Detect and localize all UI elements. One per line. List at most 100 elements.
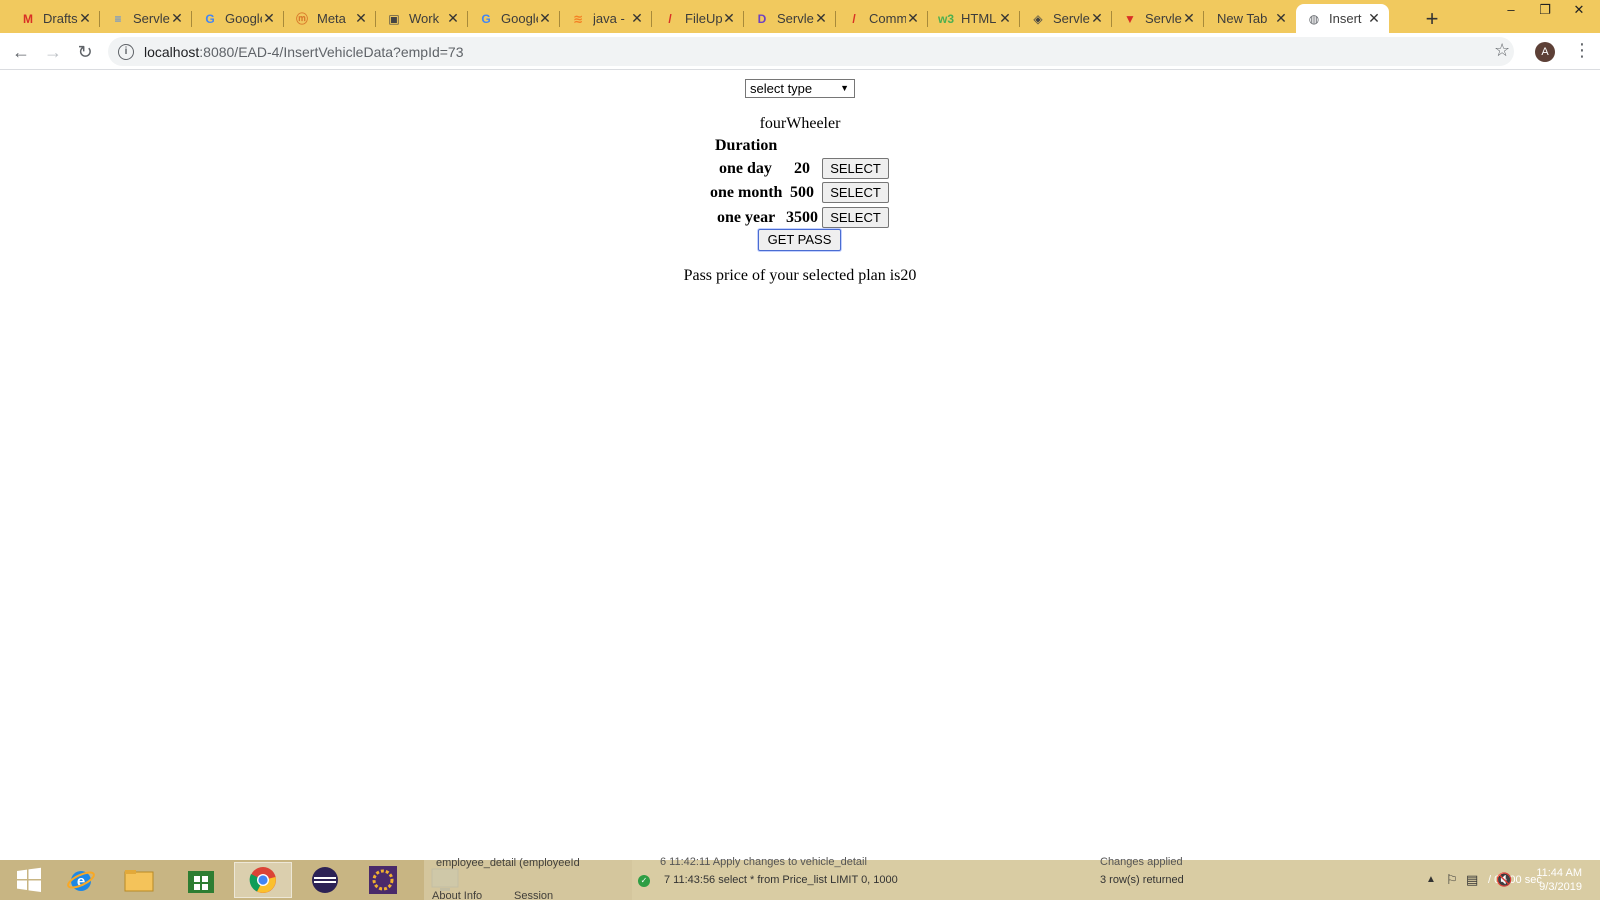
action-center-flag-icon[interactable]: ⚐ [1446,872,1458,888]
browser-tab[interactable]: D Servlet ✕ [744,4,836,33]
tab-close-icon[interactable]: ✕ [722,10,736,27]
stackoverflow-icon: ≋ [572,11,584,26]
tab-strip: MDrafts✕≡Servlet✕GGoogle✕ⓜMeta✕▣Work✕GGo… [0,0,1600,33]
profile-avatar[interactable]: A [1535,42,1555,62]
clock-date: 9/3/2019 [1539,881,1582,893]
preview-text-2: About Info [432,890,483,902]
tab-close-icon[interactable]: ✕ [1367,10,1381,27]
restore-icon[interactable]: ❐ [1528,0,1562,22]
gmail-icon: M [23,11,33,26]
eclipse-icon[interactable] [296,862,354,898]
tab-title: Servlet [133,11,170,26]
tab-close-icon[interactable]: ✕ [630,10,644,27]
tab-close-icon[interactable]: ✕ [78,10,92,27]
get-pass-button[interactable]: GET PASS [758,229,841,251]
windows-start-icon[interactable] [0,862,58,898]
java-ee-ide-icon[interactable] [354,862,412,898]
pencil-icon: / [852,11,856,26]
tab-close-icon[interactable]: ✕ [262,10,276,27]
reload-icon[interactable]: ↻ [72,39,98,65]
url-host: localhost [144,43,200,60]
new-tab-button[interactable]: + [1420,6,1444,32]
tab-close-icon[interactable]: ✕ [354,10,368,27]
system-clock[interactable]: 11:44 AM 9/3/2019 [1522,866,1582,894]
meta-icon: ⓜ [295,12,308,26]
pencil-icon: / [668,11,672,26]
tab-title: Servlet [1145,11,1182,26]
success-check-icon: ✓ [638,875,650,887]
select-button-day[interactable]: SELECT [822,158,889,179]
browser-tab[interactable]: ≡ Servlet ✕ [100,4,192,33]
book-icon: ▣ [388,11,400,26]
minimize-icon[interactable]: – [1494,0,1528,22]
network-icon[interactable]: ▤ [1466,872,1478,888]
preview-text-3: Session [514,890,554,902]
select-button-year[interactable]: SELECT [822,207,889,228]
browser-tab[interactable]: ⓜ Meta ✕ [284,4,376,33]
taskbar-preview-left: employee_detail (employeeId About Info S… [424,857,632,902]
log-status: 3 row(s) returned [1100,874,1184,886]
forward-arrow-icon[interactable]: → [40,39,66,65]
tab-close-icon[interactable]: ✕ [1090,10,1104,27]
log-entry-top: 6 11:42:11 Apply changes to vehicle_deta… [660,856,867,868]
menu-kebab-icon[interactable]: ⋮ [1573,40,1591,61]
globe-icon: ◍ [1308,11,1320,26]
dz-icon: D [757,11,767,26]
browser-tab[interactable]: New Tab ✕ [1204,4,1296,33]
back-arrow-icon[interactable]: ← [8,39,34,65]
vehicle-type-select[interactable]: select type ▼ [745,79,855,98]
info-icon[interactable]: i [118,43,134,60]
vehicle-type-label: fourWheeler [759,115,841,132]
tab-close-icon[interactable]: ✕ [906,10,920,27]
browser-tab[interactable]: M Drafts ✕ [10,4,100,33]
preview-text-1: employee_detail (employeeId [436,857,580,869]
show-hidden-icons-icon[interactable]: ▲ [1426,874,1436,885]
tab-title: Drafts [43,11,78,26]
tab-close-icon[interactable]: ✕ [1182,10,1196,27]
tab-close-icon[interactable]: ✕ [538,10,552,27]
file-explorer-icon[interactable] [110,862,168,898]
close-window-icon[interactable]: ✕ [1562,0,1596,22]
internet-explorer-icon[interactable]: e [52,862,110,898]
browser-tab[interactable]: / FileUp ✕ [652,4,744,33]
page-content: select type ▼ fourWheeler Duration one d… [0,71,1600,860]
browser-tab[interactable]: G Google✕ [468,4,560,33]
browser-tab[interactable]: ◍ Insert ✕ [1296,4,1389,33]
plan-price-year: 3500 [786,209,818,226]
clock-time: 11:44 AM [1536,867,1582,879]
address-bar[interactable]: i localhost:8080/EAD-4/InsertVehicleData… [108,37,1514,66]
diamond-icon: ◈ [1033,11,1043,26]
tab-title: Work [409,11,440,26]
tab-title: java - [593,11,625,26]
tutorial-icon: ▼ [1124,11,1136,26]
browser-tab[interactable]: ▣ Work ✕ [376,4,468,33]
chrome-icon[interactable] [234,862,292,898]
browser-tab[interactable]: G Google✕ [192,4,284,33]
browser-tab[interactable]: / Comm ✕ [836,4,928,33]
tab-close-icon[interactable]: ✕ [814,10,828,27]
plan-label-year: one year [717,209,776,226]
plan-label-month: one month [710,184,783,201]
duration-header: Duration [715,137,778,154]
tab-close-icon[interactable]: ✕ [1274,10,1288,27]
volume-muted-icon[interactable]: 🔇 [1496,872,1512,888]
browser-tab[interactable]: w3 HTML ✕ [928,4,1020,33]
google-icon: G [205,11,215,26]
store-icon[interactable] [172,862,230,898]
docs-icon: ≡ [114,11,122,26]
plan-price-day: 20 [794,160,810,177]
url-path: :8080/EAD-4/InsertVehicleData?empId=73 [199,43,464,60]
tab-close-icon[interactable]: ✕ [998,10,1012,27]
tab-close-icon[interactable]: ✕ [170,10,184,27]
browser-tab[interactable]: ≋ java - ✕ [560,4,652,33]
pass-price-result: Pass price of your selected plan is20 [683,267,917,284]
tab-close-icon[interactable]: ✕ [446,10,460,27]
bookmark-star-icon[interactable]: ☆ [1494,40,1510,61]
browser-tab[interactable]: ▼ Servlet ✕ [1112,4,1204,33]
log-status-top: Changes applied [1100,856,1183,868]
windows-taskbar: e employee_detail (employeeId About Info… [0,856,1600,902]
dropdown-arrow-icon: ▼ [840,83,849,93]
log-entry: 7 11:43:56 select * from Price_list LIMI… [664,874,898,886]
browser-tab[interactable]: ◈ Servlet ✕ [1020,4,1112,33]
select-button-month[interactable]: SELECT [822,182,889,203]
